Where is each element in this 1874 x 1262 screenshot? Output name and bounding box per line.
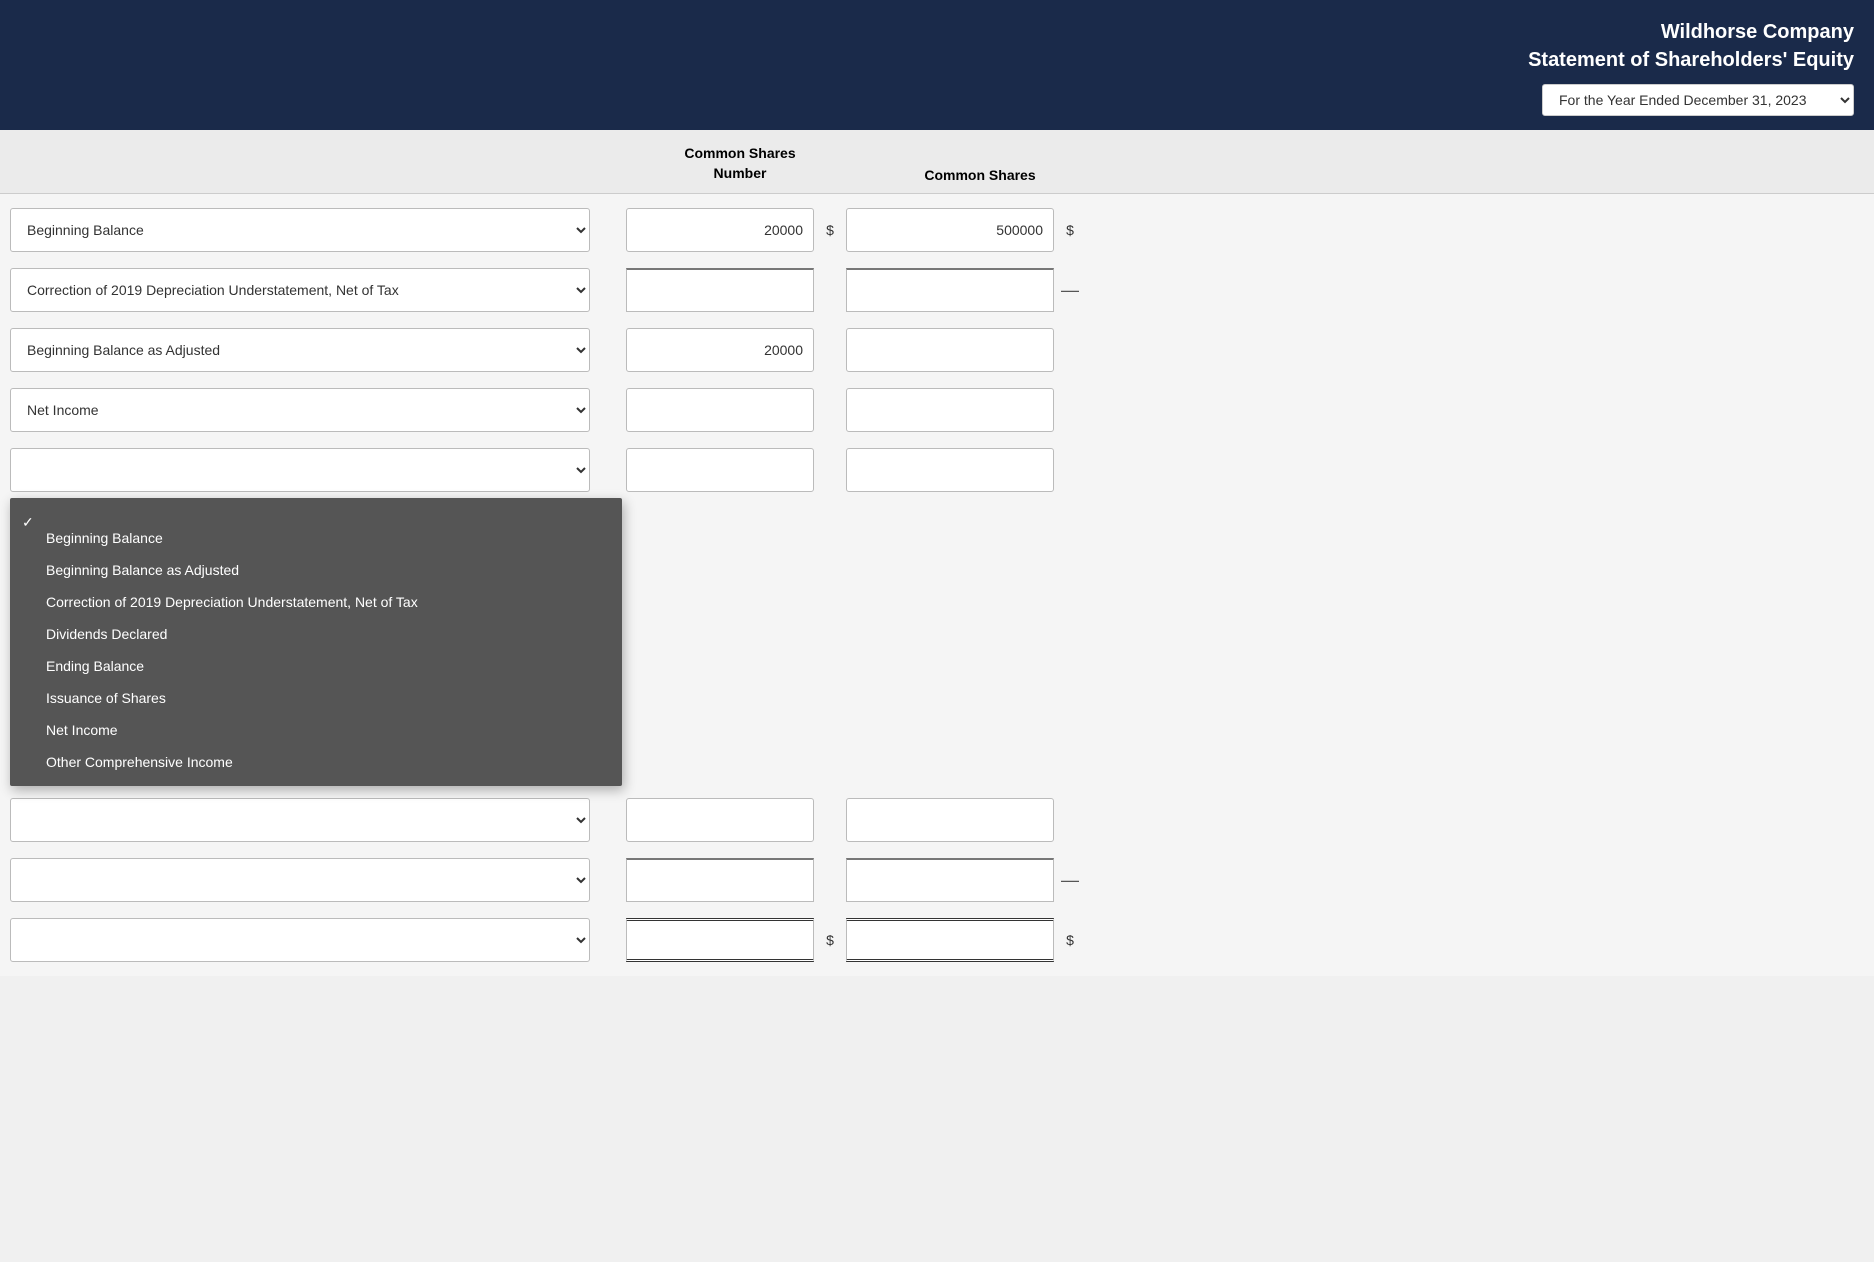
row-number-cell — [620, 388, 820, 432]
row-label-select[interactable] — [10, 858, 590, 902]
row-value-cell — [840, 268, 1060, 312]
row-label-cell[interactable] — [0, 448, 620, 492]
row-label-select[interactable]: Beginning Balance as Adjusted — [10, 328, 590, 372]
row-label-select[interactable] — [10, 798, 590, 842]
dropdown-item[interactable]: Dividends Declared — [10, 618, 622, 650]
row-label-select[interactable] — [10, 448, 590, 492]
row-label-select[interactable] — [10, 918, 590, 962]
table-row — [0, 442, 1874, 498]
dropdown-item[interactable]: Other Comprehensive Income — [10, 746, 622, 778]
row-number-cell — [620, 798, 820, 842]
shares-number-input[interactable] — [626, 798, 814, 842]
common-shares-input[interactable] — [846, 918, 1054, 962]
row-value-cell — [840, 328, 1060, 372]
dropdown-item[interactable]: Ending Balance — [10, 650, 622, 682]
table-row: $ $ — [0, 912, 1874, 968]
common-shares-input[interactable] — [846, 328, 1054, 372]
row-number-cell — [620, 328, 820, 372]
table-row: — — [0, 852, 1874, 908]
common-shares-input[interactable] — [846, 858, 1054, 902]
row-label-cell[interactable]: Beginning Balance as Adjusted — [0, 328, 620, 372]
table-row: Correction of 2019 Depreciation Understa… — [0, 262, 1874, 318]
column-headers: Common SharesNumber Common Shares — [0, 130, 1874, 194]
col-header-common-shares: Common Shares — [860, 167, 1100, 183]
row-label-dropdown[interactable]: Beginning Balance Beginning Balance as A… — [10, 498, 622, 786]
dropdown-item[interactable]: Issuance of Shares — [10, 682, 622, 714]
shares-number-input[interactable] — [626, 268, 814, 312]
dropdown-item[interactable]: Net Income — [10, 714, 622, 746]
row-number-cell — [620, 268, 820, 312]
dollar-sign-dash: — — [1060, 870, 1080, 891]
row-number-cell — [620, 858, 820, 902]
shares-number-input[interactable] — [626, 918, 814, 962]
dropdown-item[interactable]: Beginning Balance — [10, 522, 622, 554]
common-shares-input[interactable] — [846, 208, 1054, 252]
table-row: Beginning Balance as Adjusted — [0, 322, 1874, 378]
dollar-sign-1: $ — [820, 932, 840, 948]
row-value-cell — [840, 388, 1060, 432]
shares-number-input[interactable] — [626, 388, 814, 432]
row-label-select[interactable]: Correction of 2019 Depreciation Understa… — [10, 268, 590, 312]
row-with-dropdown: Beginning Balance Beginning Balance as A… — [0, 442, 1874, 498]
table-row: Net Income — [0, 382, 1874, 438]
row-label-cell[interactable] — [0, 858, 620, 902]
common-shares-input[interactable] — [846, 448, 1054, 492]
row-number-cell — [620, 918, 820, 962]
dropdown-item[interactable] — [10, 506, 622, 522]
row-value-cell — [840, 858, 1060, 902]
table-body: Beginning Balance $ $ Correction of 2019… — [0, 194, 1874, 976]
table-row: Beginning Balance $ $ — [0, 202, 1874, 258]
shares-number-input[interactable] — [626, 208, 814, 252]
row-label-select[interactable]: Beginning Balance — [10, 208, 590, 252]
row-number-cell — [620, 208, 820, 252]
shares-number-input[interactable] — [626, 448, 814, 492]
page-header: Wildhorse Company Statement of Sharehold… — [0, 0, 1874, 130]
row-label-cell[interactable]: Net Income — [0, 388, 620, 432]
row-number-cell — [620, 448, 820, 492]
shares-number-input[interactable] — [626, 328, 814, 372]
row-label-cell[interactable] — [0, 918, 620, 962]
row-value-cell — [840, 448, 1060, 492]
common-shares-input[interactable] — [846, 388, 1054, 432]
row-label-select[interactable]: Net Income — [10, 388, 590, 432]
table-row — [0, 792, 1874, 848]
dollar-sign-2: $ — [1060, 222, 1080, 238]
statement-table: Common SharesNumber Common Shares Beginn… — [0, 130, 1874, 976]
dropdown-item[interactable]: Beginning Balance as Adjusted — [10, 554, 622, 586]
dollar-sign-dash: — — [1060, 280, 1080, 301]
common-shares-input[interactable] — [846, 798, 1054, 842]
col-header-shares-number: Common SharesNumber — [620, 144, 860, 183]
dropdown-item[interactable]: Correction of 2019 Depreciation Understa… — [10, 586, 622, 618]
row-label-cell[interactable]: Correction of 2019 Depreciation Understa… — [0, 268, 620, 312]
shares-number-input[interactable] — [626, 858, 814, 902]
common-shares-input[interactable] — [846, 268, 1054, 312]
row-label-cell[interactable]: Beginning Balance — [0, 208, 620, 252]
company-title: Wildhorse Company Statement of Sharehold… — [20, 18, 1854, 74]
period-select[interactable]: For the Year Ended December 31, 2023 — [1542, 84, 1854, 116]
row-value-cell — [840, 798, 1060, 842]
row-label-cell[interactable] — [0, 798, 620, 842]
dollar-sign-1: $ — [820, 222, 840, 238]
row-value-cell — [840, 918, 1060, 962]
row-value-cell — [840, 208, 1060, 252]
dollar-sign-2: $ — [1060, 932, 1080, 948]
